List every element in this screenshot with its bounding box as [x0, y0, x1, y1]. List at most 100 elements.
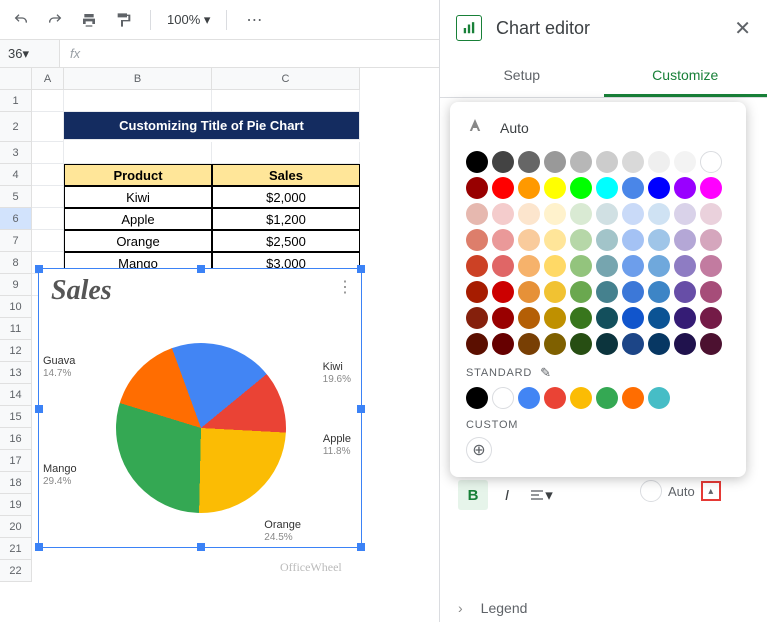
redo-icon[interactable] — [44, 9, 66, 31]
color-swatch[interactable] — [596, 203, 618, 225]
row-header[interactable]: 19 — [0, 494, 32, 516]
color-swatch[interactable] — [674, 151, 696, 173]
color-swatch[interactable] — [596, 229, 618, 251]
color-swatch[interactable] — [466, 203, 488, 225]
color-swatch[interactable] — [466, 281, 488, 303]
table-header[interactable]: Sales — [212, 164, 360, 186]
color-swatch[interactable] — [648, 151, 670, 173]
row-header[interactable]: 3 — [0, 142, 32, 164]
color-swatch[interactable] — [544, 255, 566, 277]
color-swatch[interactable] — [596, 333, 618, 355]
row-header[interactable]: 11 — [0, 318, 32, 340]
color-swatch[interactable] — [518, 177, 540, 199]
undo-icon[interactable] — [10, 9, 32, 31]
resize-handle[interactable] — [197, 265, 205, 273]
color-swatch[interactable] — [674, 203, 696, 225]
table-cell[interactable]: Orange — [64, 230, 212, 252]
color-swatch[interactable] — [492, 151, 514, 173]
color-swatch[interactable] — [492, 177, 514, 199]
col-header[interactable]: A — [32, 68, 64, 90]
color-swatch[interactable] — [544, 151, 566, 173]
align-button[interactable]: ▾ — [526, 480, 556, 510]
color-swatch[interactable] — [466, 255, 488, 277]
color-swatch[interactable] — [544, 307, 566, 329]
name-box[interactable]: 36 ▾ — [0, 40, 60, 67]
pencil-icon[interactable]: ✎ — [540, 365, 552, 381]
color-swatch[interactable] — [518, 203, 540, 225]
color-swatch[interactable] — [518, 333, 540, 355]
color-swatch[interactable] — [674, 255, 696, 277]
color-swatch[interactable] — [700, 333, 722, 355]
color-swatch[interactable] — [518, 387, 540, 409]
col-header[interactable]: C — [212, 68, 360, 90]
row-header[interactable]: 15 — [0, 406, 32, 428]
color-swatch[interactable] — [570, 307, 592, 329]
color-swatch[interactable] — [674, 229, 696, 251]
resize-handle[interactable] — [35, 265, 43, 273]
color-swatch[interactable] — [570, 177, 592, 199]
color-swatch[interactable] — [544, 333, 566, 355]
table-cell[interactable]: $1,200 — [212, 208, 360, 230]
color-swatch[interactable] — [544, 177, 566, 199]
color-swatch[interactable] — [700, 281, 722, 303]
color-swatch[interactable] — [466, 333, 488, 355]
color-swatch[interactable] — [622, 307, 644, 329]
row-header[interactable]: 13 — [0, 362, 32, 384]
row-header[interactable]: 6 — [0, 208, 32, 230]
color-swatch[interactable] — [518, 307, 540, 329]
color-swatch[interactable] — [570, 151, 592, 173]
color-swatch[interactable] — [700, 307, 722, 329]
color-swatch[interactable] — [544, 387, 566, 409]
resize-handle[interactable] — [197, 543, 205, 551]
row-header[interactable]: 4 — [0, 164, 32, 186]
color-swatch[interactable] — [570, 333, 592, 355]
color-swatch[interactable] — [466, 229, 488, 251]
color-swatch[interactable] — [674, 281, 696, 303]
color-swatch[interactable] — [492, 281, 514, 303]
color-swatch[interactable] — [596, 281, 618, 303]
color-swatch[interactable] — [674, 307, 696, 329]
color-swatch[interactable] — [492, 387, 514, 409]
color-swatch[interactable] — [648, 177, 670, 199]
chart-title[interactable]: Sales — [39, 269, 361, 313]
add-custom-color-button[interactable]: ⊕ — [466, 437, 492, 463]
text-color-control[interactable]: Auto ▴ — [640, 480, 721, 502]
color-swatch[interactable] — [648, 387, 670, 409]
color-swatch[interactable] — [622, 255, 644, 277]
color-swatch[interactable] — [544, 203, 566, 225]
color-dropdown-arrow-highlighted[interactable]: ▴ — [701, 481, 721, 501]
color-swatch[interactable] — [648, 333, 670, 355]
row-header[interactable]: 5 — [0, 186, 32, 208]
color-swatch[interactable] — [700, 177, 722, 199]
color-swatch[interactable] — [570, 281, 592, 303]
resize-handle[interactable] — [35, 543, 43, 551]
color-swatch[interactable] — [648, 229, 670, 251]
tab-setup[interactable]: Setup — [440, 56, 604, 97]
color-swatch[interactable] — [518, 151, 540, 173]
color-swatch[interactable] — [570, 387, 592, 409]
legend-section[interactable]: › Legend — [458, 600, 527, 616]
bold-button[interactable]: B — [458, 480, 488, 510]
color-swatch[interactable] — [492, 333, 514, 355]
color-swatch[interactable] — [700, 203, 722, 225]
row-header[interactable]: 10 — [0, 296, 32, 318]
color-swatch[interactable] — [622, 203, 644, 225]
row-header[interactable]: 22 — [0, 560, 32, 582]
color-swatch[interactable] — [518, 281, 540, 303]
zoom-select[interactable]: 100% ▾ — [167, 12, 210, 28]
color-swatch[interactable] — [596, 387, 618, 409]
color-swatch[interactable] — [622, 333, 644, 355]
tab-customize[interactable]: Customize — [604, 56, 767, 97]
color-swatch[interactable] — [648, 281, 670, 303]
color-swatch[interactable] — [622, 177, 644, 199]
resize-handle[interactable] — [357, 265, 365, 273]
paint-format-icon[interactable] — [112, 9, 134, 31]
color-swatch[interactable] — [518, 255, 540, 277]
color-swatch[interactable] — [596, 177, 618, 199]
table-cell[interactable]: Apple — [64, 208, 212, 230]
color-swatch[interactable] — [648, 255, 670, 277]
color-swatch[interactable] — [518, 229, 540, 251]
title-banner[interactable]: Customizing Title of Pie Chart — [64, 112, 360, 140]
color-swatch[interactable] — [596, 255, 618, 277]
italic-button[interactable]: I — [492, 480, 522, 510]
